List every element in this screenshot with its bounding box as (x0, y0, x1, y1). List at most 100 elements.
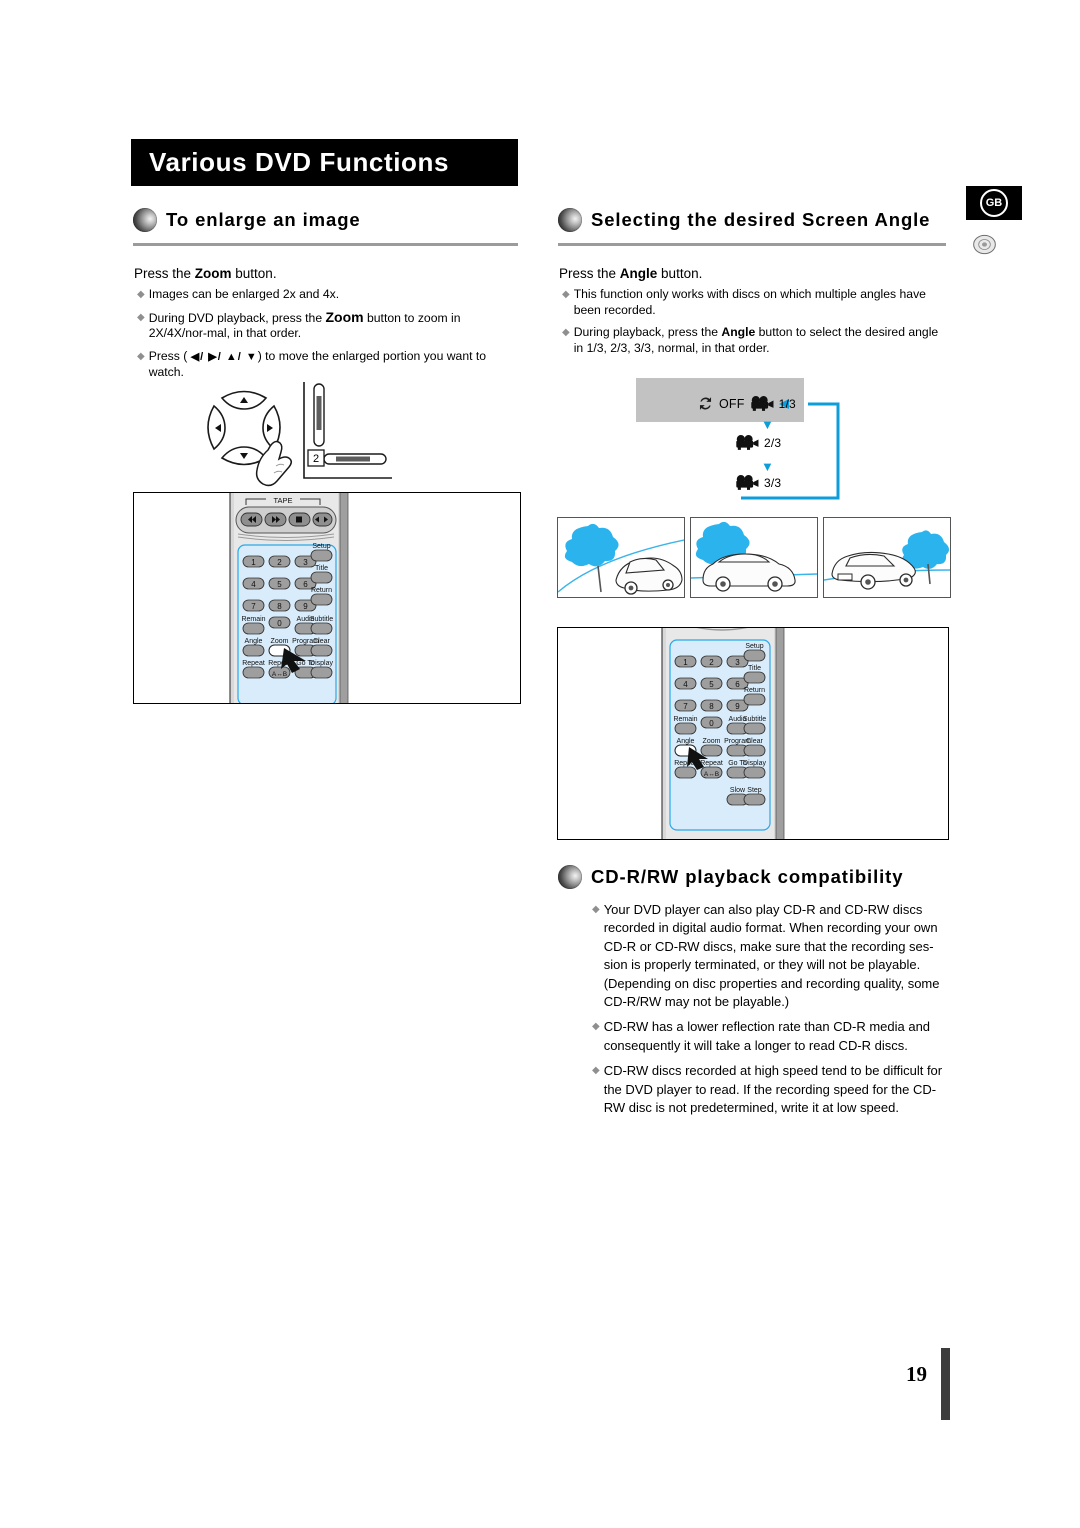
svg-text:Go To: Go To (296, 660, 315, 667)
list-item: ◆ Images can be enlarged 2x and 4x. (137, 287, 522, 303)
bullet-text: Press ( ◀/ ▶/ ▲/ ▼) to move the enlarged… (149, 349, 522, 381)
zoom-illustration: 2 (207, 382, 392, 487)
svg-text:9: 9 (303, 602, 308, 611)
remote-figure-zoom: TAPE 1 2 3 4 5 6 7 8 9 0 A↔B Setup Title… (133, 492, 521, 704)
bullet-list-screen-angle: ◆ This function only works with discs on… (562, 287, 948, 363)
lead-bold-angle: Angle (619, 266, 658, 281)
angle-step-label: 3/3 (764, 476, 782, 490)
svg-text:Title: Title (315, 565, 328, 572)
list-item: ◆ CD-RW has a lower reflection rate than… (592, 1018, 948, 1055)
svg-text:Step: Step (747, 787, 762, 794)
svg-text:1: 1 (683, 658, 688, 667)
svg-text:Return: Return (744, 687, 765, 694)
remote-angle-illustration: 123 456 789 0 A↔B Setup Title Return Sub… (661, 628, 785, 839)
section-heading-enlarge: To enlarge an image (133, 208, 361, 232)
svg-text:3: 3 (735, 658, 740, 667)
list-item: ◆ Press ( ◀/ ▶/ ▲/ ▼) to move the enlarg… (137, 349, 522, 381)
diamond-bullet-icon: ◆ (592, 904, 600, 915)
diamond-bullet-icon: ◆ (592, 1065, 600, 1077)
remote-figure-angle: 123 456 789 0 A↔B Setup Title Return Sub… (557, 627, 949, 840)
bullet-text: During playback, press the Angle button … (574, 325, 948, 356)
svg-text:Slow: Slow (730, 787, 746, 794)
svg-text:Audio: Audio (729, 716, 747, 723)
scene-thumbnail-angle-1 (557, 517, 685, 598)
section-heading-cdrw: CD-R/RW playback compatibility (558, 865, 903, 889)
page-title-banner: Various DVD Functions (131, 139, 518, 186)
svg-text:Repeat: Repeat (268, 660, 291, 667)
svg-text:Program: Program (292, 638, 319, 645)
svg-text:Repeat: Repeat (700, 760, 723, 767)
svg-text:Program: Program (724, 738, 751, 745)
list-item: ◆ Your DVD player can also play CD-R and… (592, 901, 948, 1011)
list-item: ◆ This function only works with discs on… (562, 287, 948, 318)
svg-text:Zoom: Zoom (271, 638, 289, 645)
bullet-text: During DVD playback, press the Zoom butt… (149, 308, 522, 342)
svg-text:6: 6 (303, 580, 308, 589)
angle-down-arrow-1: ▼ (761, 417, 774, 432)
angle-selection-diagram: OFF 1/3 ▼ 2/3 ▼ 3/3 (636, 378, 851, 508)
diamond-bullet-icon: ◆ (562, 289, 570, 300)
svg-text:Title: Title (748, 665, 761, 672)
svg-text:7: 7 (251, 602, 256, 611)
svg-text:5: 5 (277, 580, 282, 589)
diamond-bullet-icon: ◆ (137, 350, 145, 362)
svg-text:Zoom: Zoom (703, 738, 721, 745)
zoom-step-badge: 2 (313, 453, 319, 465)
svg-text:A↔B: A↔B (272, 671, 287, 678)
page-title: Various DVD Functions (149, 147, 450, 177)
bullet-pre: Press ( (148, 348, 191, 363)
lead-prefix-angle: Press the (559, 266, 620, 281)
svg-text:Go To: Go To (728, 760, 747, 767)
svg-text:Return: Return (311, 587, 332, 594)
bullet-pre: During playback, press the (573, 325, 722, 340)
scene-thumbnail-angle-3 (823, 517, 951, 598)
disc-icon (973, 234, 996, 255)
bullet-text: Your DVD player can also play CD-R and C… (603, 902, 940, 1010)
svg-text:Remain: Remain (673, 716, 697, 723)
scene-thumbnail-angle-2 (690, 517, 818, 598)
section-heading-screen-angle: Selecting the desired Screen Angle (558, 208, 930, 232)
angle-down-arrow-2: ▼ (761, 459, 774, 474)
list-item: ◆ During playback, press the Angle butto… (562, 325, 948, 356)
diamond-bullet-icon: ◆ (592, 1021, 600, 1033)
diamond-bullet-icon: ◆ (137, 289, 145, 300)
sphere-bullet-icon (558, 865, 582, 889)
svg-text:Angle: Angle (677, 738, 695, 745)
lead-text-screen-angle: Press the Angle button. (559, 265, 949, 282)
section-title-cdrw: CD-R/RW playback compatibility (591, 866, 904, 887)
svg-text:A↔B: A↔B (704, 771, 719, 778)
svg-text:6: 6 (735, 680, 740, 689)
lead-suffix-enlarge: button. (231, 266, 277, 281)
svg-text:Remain: Remain (241, 616, 265, 623)
sphere-bullet-icon (558, 208, 582, 232)
bullet-bold: Zoom (325, 308, 364, 325)
bullet-list-enlarge: ◆ Images can be enlarged 2x and 4x. ◆ Du… (137, 287, 522, 388)
hand-cursor-icon (255, 440, 293, 487)
page-number: 19 (906, 1362, 927, 1386)
lead-text-enlarge: Press the Zoom button. (134, 265, 524, 282)
svg-text:Audio: Audio (297, 616, 315, 623)
svg-text:0: 0 (709, 719, 714, 728)
svg-text:Setup: Setup (745, 643, 763, 650)
angle-off-label: OFF (719, 396, 745, 411)
svg-text:1: 1 (251, 558, 256, 567)
bullet-list-cdrw: ◆ Your DVD player can also play CD-R and… (592, 901, 948, 1124)
section-title-screen-angle: Selecting the desired Screen Angle (591, 209, 931, 230)
remote-zoom-illustration: TAPE 1 2 3 4 5 6 7 8 9 0 A↔B Setup Title… (229, 493, 349, 703)
movie-camera-icon (750, 395, 774, 411)
angle-option-3-3: 3/3 (734, 474, 781, 492)
section-rule-screen-angle (558, 243, 946, 246)
diamond-bullet-icon: ◆ (562, 327, 570, 339)
svg-text:Setup: Setup (312, 543, 330, 550)
section-rule-enlarge (133, 243, 518, 246)
bullet-text: CD-RW has a lower reflection rate than C… (603, 1019, 931, 1053)
svg-text:2: 2 (709, 658, 714, 667)
movie-camera-icon (736, 435, 759, 450)
bullet-text: Images can be enlarged 2x and 4x. (148, 287, 340, 301)
svg-text:4: 4 (251, 580, 256, 589)
angle-step-label: 1/3 (778, 396, 796, 411)
direction-arrows-icon: ◀/ ▶/ ▲/ ▼ (190, 350, 258, 363)
diamond-bullet-icon: ◆ (137, 311, 145, 323)
svg-text:5: 5 (709, 680, 714, 689)
sphere-bullet-icon (133, 208, 157, 232)
